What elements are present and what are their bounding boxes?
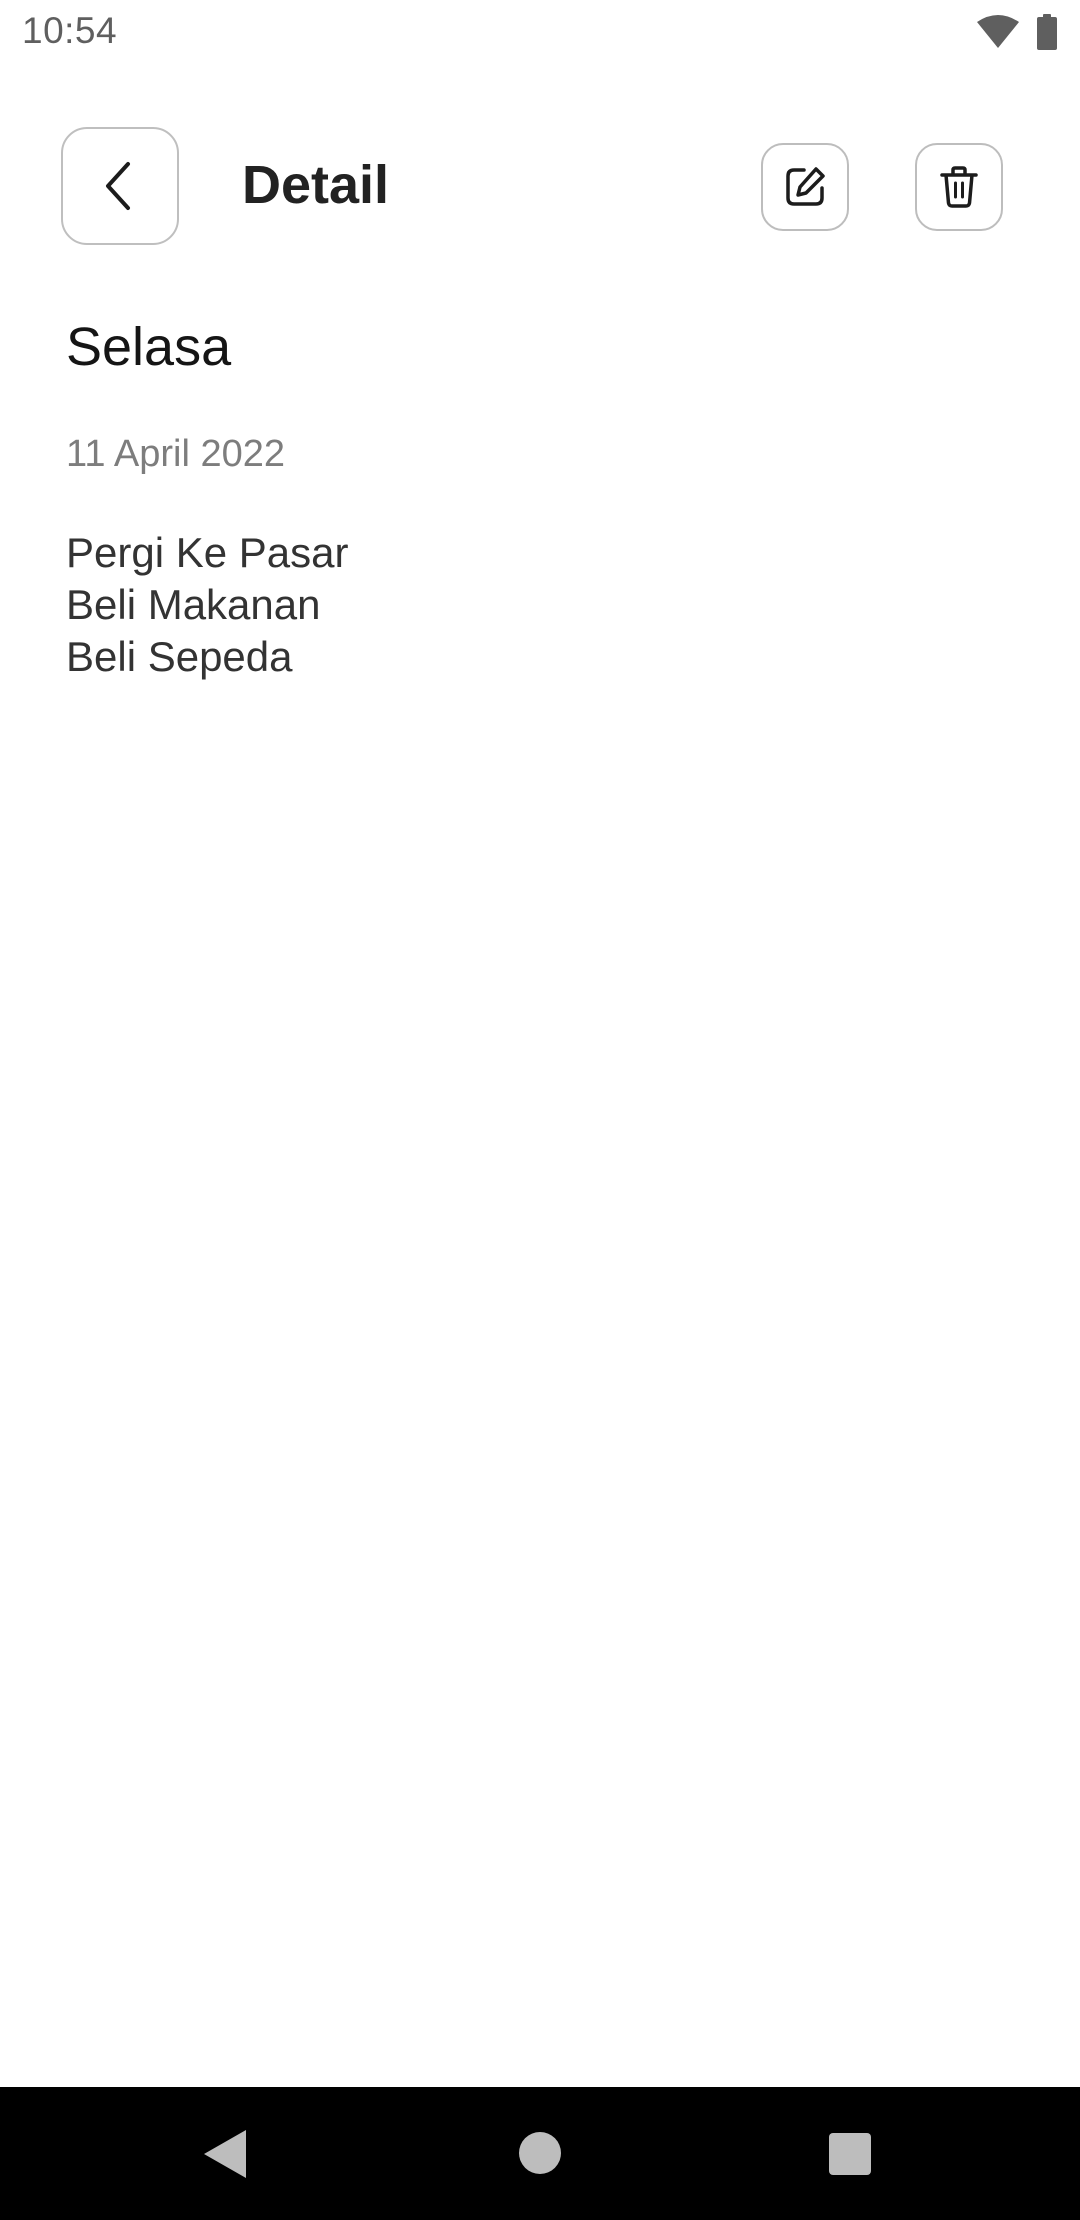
status-bar: 10:54 — [0, 0, 1080, 66]
note-body: Pergi Ke Pasar Beli Makanan Beli Sepeda — [66, 527, 348, 683]
back-button[interactable] — [61, 127, 179, 245]
navigation-bar — [0, 2087, 1080, 2220]
note-title: Selasa — [66, 317, 232, 377]
note-date: 11 April 2022 — [66, 433, 286, 475]
trash-icon — [940, 166, 978, 208]
page-title: Detail — [242, 155, 390, 215]
battery-icon — [1037, 14, 1057, 50]
status-icons — [976, 14, 1058, 50]
recents-nav-icon[interactable] — [829, 2133, 871, 2175]
note-body-line: Beli Makanan — [66, 581, 321, 628]
home-nav-icon[interactable] — [519, 2132, 561, 2174]
note-body-line: Beli Sepeda — [66, 633, 293, 680]
chevron-left-icon — [106, 162, 130, 210]
edit-icon — [786, 167, 825, 206]
note-body-line: Pergi Ke Pasar — [66, 529, 349, 576]
delete-button[interactable] — [915, 143, 1003, 231]
edit-button[interactable] — [761, 143, 849, 231]
wifi-icon — [977, 15, 1019, 48]
status-time: 10:54 — [22, 10, 118, 51]
back-nav-icon[interactable] — [204, 2130, 246, 2178]
